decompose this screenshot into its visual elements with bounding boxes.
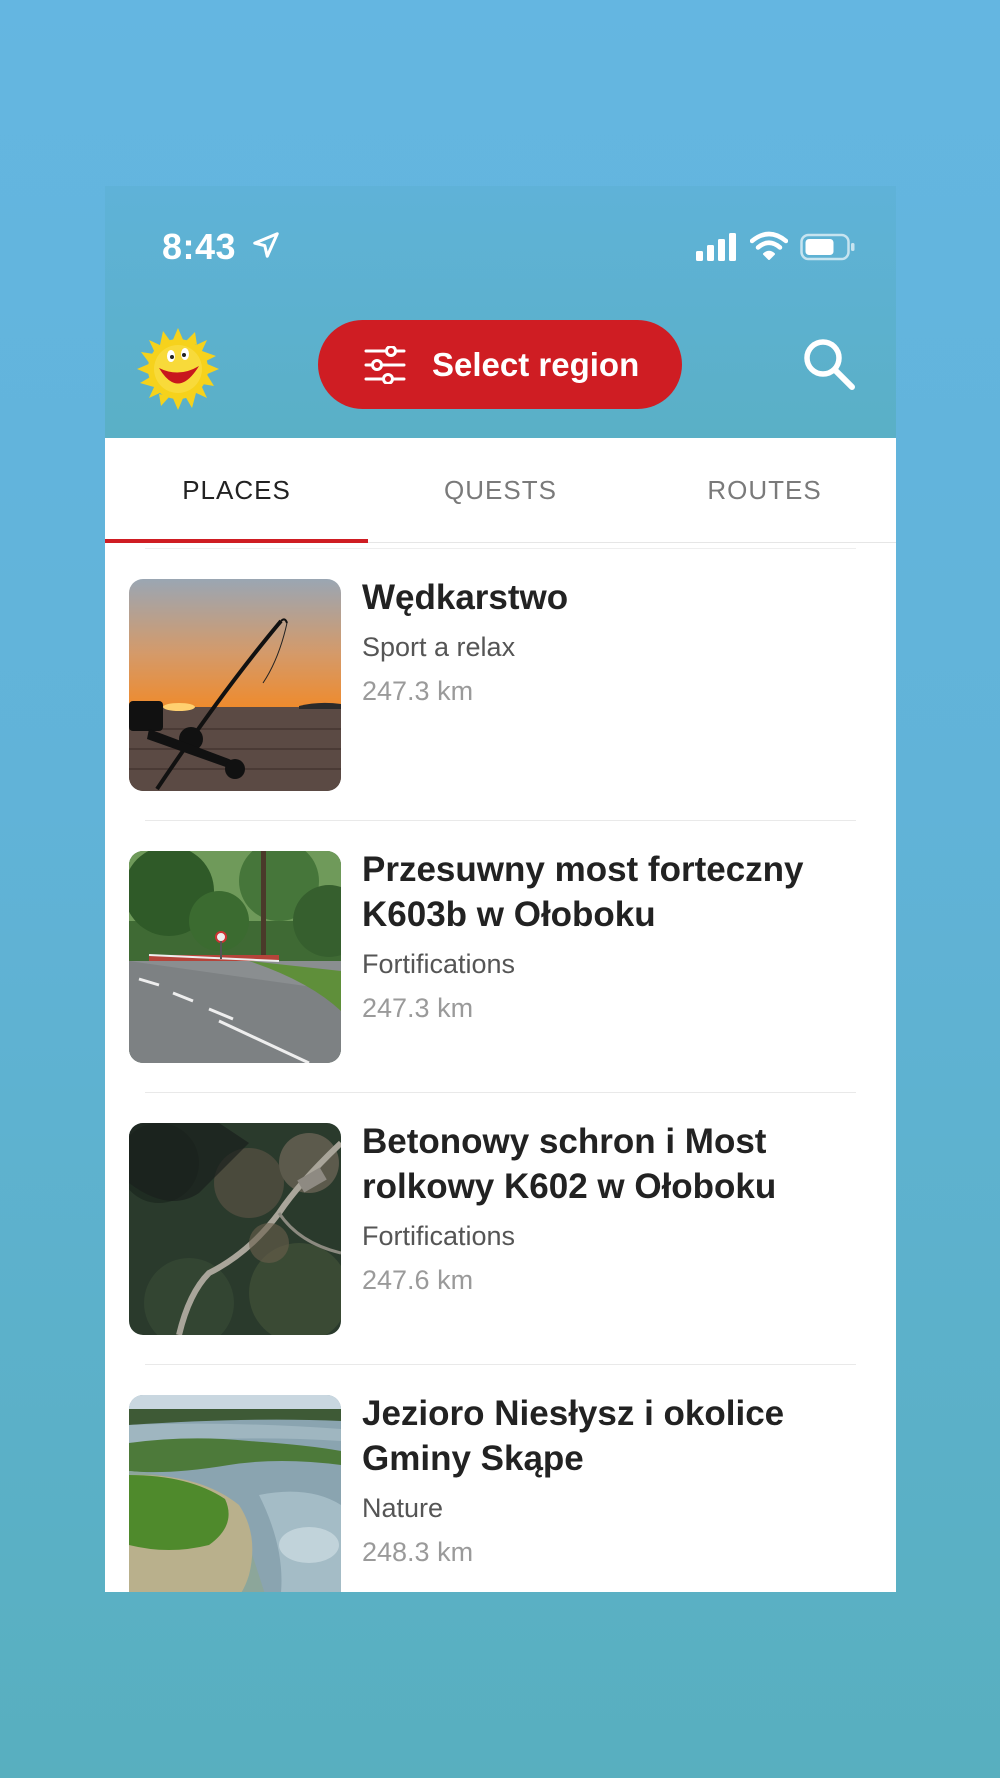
- place-title: Przesuwny most forteczny K603b w Ołoboku: [362, 850, 804, 934]
- place-distance: 248.3 km: [362, 1537, 474, 1567]
- place-thumbnail-lake: [129, 1395, 341, 1592]
- place-category: Sport a relax: [362, 632, 516, 662]
- tab-bar: PLACES QUESTS ROUTES: [105, 438, 896, 543]
- place-info: Betonowy schron i Most rolkowy K602 w Oł…: [362, 1119, 862, 1297]
- place-list-item[interactable]: Przesuwny most forteczny K603b w Ołoboku…: [105, 821, 896, 1093]
- tab-quests-label: QUESTS: [444, 474, 557, 505]
- status-bar: 8:43: [105, 186, 896, 286]
- tab-places[interactable]: PLACES: [105, 438, 368, 543]
- place-title: Jezioro Niesłysz i okolice Gminy Skąpe: [362, 1394, 785, 1478]
- status-time: 8:43: [162, 226, 237, 267]
- tab-routes[interactable]: ROUTES: [633, 438, 896, 542]
- place-list-item[interactable]: Jezioro Niesłysz i okolice Gminy Skąpe N…: [105, 1365, 896, 1592]
- place-info: Przesuwny most forteczny K603b w Ołoboku…: [362, 847, 862, 1025]
- cellular-signal-icon: [696, 233, 736, 261]
- place-list-item[interactable]: Wędkarstwo Sport a relax 247.3 km: [105, 549, 896, 821]
- active-tab-indicator: [105, 539, 368, 543]
- place-category: Fortifications: [362, 1221, 516, 1251]
- tab-places-label: PLACES: [182, 474, 291, 505]
- place-thumbnail-fishing: [129, 579, 341, 791]
- tab-routes-label: ROUTES: [707, 474, 822, 505]
- top-bar: 8:43 Select region: [105, 186, 896, 438]
- select-region-button[interactable]: Select region: [318, 320, 682, 409]
- place-info: Wędkarstwo Sport a relax 247.3 km: [362, 575, 862, 708]
- filter-sliders-icon: [364, 345, 406, 384]
- place-thumbnail-aerial: [129, 1123, 341, 1335]
- place-category: Nature: [362, 1493, 444, 1523]
- location-arrow-icon: [253, 232, 279, 258]
- search-icon[interactable]: [801, 336, 857, 392]
- sun-logo-icon[interactable]: [135, 326, 221, 412]
- place-category: Fortifications: [362, 949, 516, 979]
- app-screen: 8:43 Select region PLACES QUESTS ROUTES …: [105, 186, 896, 1592]
- place-distance: 247.3 km: [362, 676, 474, 706]
- wifi-icon: [750, 231, 788, 260]
- place-title: Betonowy schron i Most rolkowy K602 w Oł…: [362, 1122, 777, 1206]
- tab-quests[interactable]: QUESTS: [369, 438, 632, 542]
- place-title: Wędkarstwo: [362, 578, 569, 617]
- select-region-label: Select region: [432, 345, 640, 383]
- place-list-item[interactable]: Betonowy schron i Most rolkowy K602 w Oł…: [105, 1093, 896, 1365]
- place-info: Jezioro Niesłysz i okolice Gminy Skąpe N…: [362, 1391, 862, 1569]
- place-distance: 247.3 km: [362, 993, 474, 1023]
- place-distance: 247.6 km: [362, 1265, 474, 1295]
- places-list: Wędkarstwo Sport a relax 247.3 km Przesu…: [105, 548, 896, 1592]
- battery-icon: [800, 233, 855, 261]
- place-thumbnail-bridge: [129, 851, 341, 1063]
